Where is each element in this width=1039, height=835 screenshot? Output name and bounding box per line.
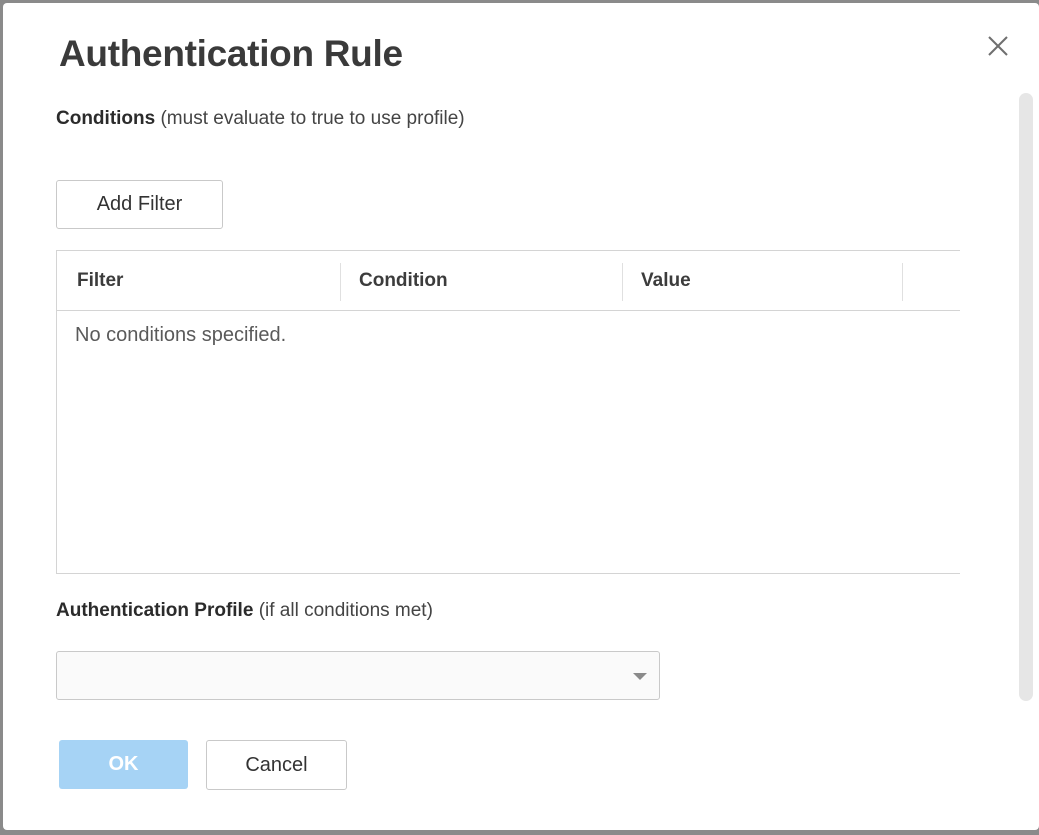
- conditions-table-header: Filter Condition Value: [57, 251, 960, 311]
- add-filter-button[interactable]: Add Filter: [56, 180, 223, 229]
- authentication-profile-label: Authentication Profile (if all condition…: [56, 600, 433, 622]
- close-button[interactable]: [985, 33, 1011, 59]
- conditions-label: Conditions (must evaluate to true to use…: [56, 108, 465, 130]
- authentication-rule-dialog: Authentication Rule Conditions (must eva…: [3, 3, 1039, 830]
- dialog-scrollbar[interactable]: [1019, 93, 1033, 701]
- column-header-condition[interactable]: Condition: [359, 251, 448, 310]
- authentication-profile-label-hint: (if all conditions met): [258, 600, 433, 621]
- authentication-profile-label-title: Authentication Profile: [56, 600, 254, 621]
- dialog-title: Authentication Rule: [59, 33, 403, 74]
- column-header-value[interactable]: Value: [641, 251, 691, 310]
- column-header-filter[interactable]: Filter: [77, 251, 123, 310]
- column-divider: [622, 263, 623, 301]
- conditions-label-hint: (must evaluate to true to use profile): [160, 108, 465, 129]
- authentication-profile-select[interactable]: [56, 651, 660, 700]
- chevron-down-icon: [633, 673, 647, 680]
- close-icon: [988, 36, 1008, 56]
- ok-button[interactable]: OK: [59, 740, 188, 789]
- column-divider: [340, 263, 341, 301]
- conditions-label-title: Conditions: [56, 108, 156, 129]
- column-divider: [902, 263, 903, 301]
- cancel-button[interactable]: Cancel: [206, 740, 347, 790]
- empty-table-message: No conditions specified.: [75, 324, 287, 346]
- conditions-table: Filter Condition Value No conditions spe…: [56, 250, 960, 574]
